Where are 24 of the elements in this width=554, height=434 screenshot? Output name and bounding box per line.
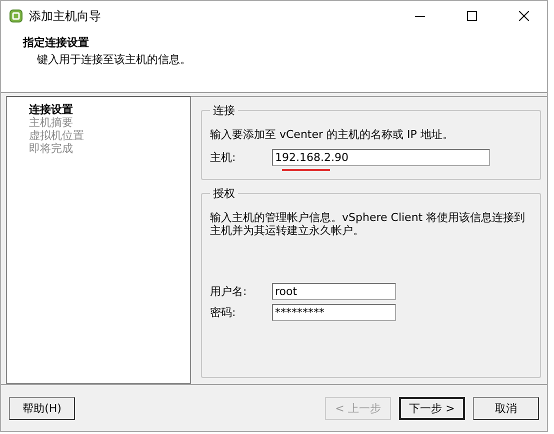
close-icon[interactable]: [519, 11, 529, 21]
description-text: 输入要添加至 vCenter 的主机的名称或 IP 地址。: [210, 128, 454, 141]
step-item[interactable]: 连接设置: [29, 103, 190, 116]
page-title: 指定连接设置: [23, 35, 90, 50]
group-title: 连接: [212, 103, 236, 118]
step-item[interactable]: 虚拟机位置: [29, 129, 190, 142]
wizard-button[interactable]: 帮助(H): [9, 396, 75, 420]
wizard-button[interactable]: 取消: [473, 396, 539, 420]
step-item[interactable]: 即将完成: [29, 142, 190, 155]
group-title: 授权: [212, 186, 236, 201]
host-field[interactable]: 192.168.2.90: [272, 149, 490, 166]
description-text: 输入主机的管理帐户信息。vSphere Client 将使用该信息连接到主机并为其运转建立永久帐户。: [210, 211, 526, 237]
password-field[interactable]: *********: [272, 304, 396, 321]
maximize-icon[interactable]: [467, 11, 477, 21]
field-label: 用户名:: [210, 284, 248, 299]
username-field[interactable]: root: [272, 283, 396, 300]
step-item[interactable]: 主机摘要: [29, 116, 190, 129]
field-label: 密码:: [210, 305, 237, 320]
app-icon: [9, 9, 23, 23]
wizard-button[interactable]: 下一步 >: [399, 396, 465, 420]
page-subtitle: 键入用于连接至该主机的信息。: [36, 52, 192, 67]
window-title: 添加主机向导: [29, 8, 102, 24]
underline-mark: [282, 169, 330, 171]
field-label: 主机:: [210, 150, 237, 165]
